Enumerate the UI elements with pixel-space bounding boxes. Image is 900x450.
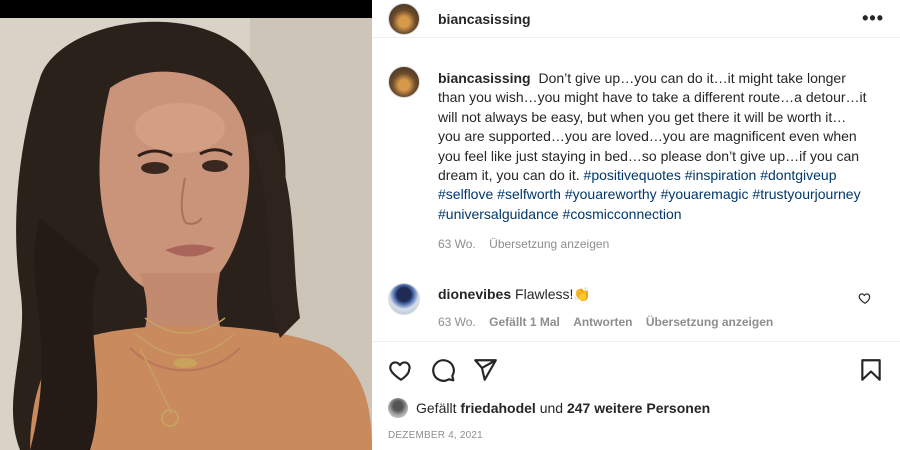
comment-item: dionevibes Flawless!👏 63 Wo. Gefällt 1 M… xyxy=(388,282,884,329)
post-actions: Gefällt friedahodel und 247 weitere Pers… xyxy=(372,341,900,441)
photo-top-bar xyxy=(0,0,372,18)
bookmark-wrap xyxy=(858,357,884,388)
comment-icon[interactable] xyxy=(430,357,456,383)
commenter-avatar[interactable] xyxy=(388,282,420,315)
portrait-image xyxy=(0,18,372,450)
caption-translate-button[interactable]: Übersetzung anzeigen xyxy=(489,237,609,251)
hashtag-link[interactable]: #universalguidance xyxy=(438,206,559,222)
comments-section: biancasissing Don’t give up…you can do i… xyxy=(372,52,900,342)
reply-button[interactable]: Antworten xyxy=(573,315,632,329)
hashtag-link[interactable]: #youaremagic xyxy=(661,186,749,202)
caption-age[interactable]: 63 Wo. xyxy=(438,237,476,251)
instagram-post: biancasissing ••• biancasissing Don’t gi… xyxy=(0,0,900,450)
hashtag-link[interactable]: #cosmicconnection xyxy=(563,206,682,222)
post-header: biancasissing ••• xyxy=(372,0,900,38)
post-photo[interactable] xyxy=(0,0,372,450)
likes-middle: und xyxy=(539,400,564,416)
comment-like-heart-icon[interactable] xyxy=(858,291,872,305)
hashtag-link[interactable]: #selfworth xyxy=(497,186,561,202)
hashtag-link[interactable]: #inspiration xyxy=(685,167,757,183)
likes-summary: Gefällt friedahodel und 247 weitere Pers… xyxy=(388,398,884,418)
likes-count-link[interactable]: 247 weitere Personen xyxy=(567,400,710,416)
caption-meta: 63 Wo. Übersetzung anzeigen xyxy=(438,235,868,254)
comment-age[interactable]: 63 Wo. xyxy=(438,315,476,329)
author-avatar[interactable] xyxy=(388,2,420,35)
hashtag-link[interactable]: #trustyourjourney xyxy=(752,186,860,202)
comment-translate-button[interactable]: Übersetzung anzeigen xyxy=(646,315,773,329)
more-options-icon[interactable]: ••• xyxy=(862,8,884,29)
share-icon[interactable] xyxy=(472,357,498,383)
heart-icon[interactable] xyxy=(388,357,414,383)
comment-likes-count[interactable]: Gefällt 1 Mal xyxy=(489,315,560,329)
liker-username[interactable]: friedahodel xyxy=(460,400,535,416)
commenter-username[interactable]: dionevibes xyxy=(438,286,511,302)
caption-avatar[interactable] xyxy=(388,66,420,98)
post-sidebar: biancasissing ••• biancasissing Don’t gi… xyxy=(372,0,900,450)
hashtag-link[interactable]: #dontgiveup xyxy=(760,167,836,183)
hashtag-link[interactable]: #positivequotes xyxy=(584,167,681,183)
likes-prefix: Gefällt xyxy=(416,400,457,416)
hashtag-link[interactable]: #selflove xyxy=(438,186,493,202)
hashtag-link[interactable]: #youareworthy xyxy=(565,186,657,202)
caption-username[interactable]: biancasissing xyxy=(438,70,531,86)
liker-avatar[interactable] xyxy=(388,398,408,418)
clap-emoji-icon: 👏 xyxy=(573,285,591,302)
author-username[interactable]: biancasissing xyxy=(438,11,531,27)
comment-meta: 63 Wo. Gefällt 1 Mal Antworten Übersetzu… xyxy=(438,315,858,329)
caption: biancasissing Don’t give up…you can do i… xyxy=(388,52,884,255)
comment-text: Flawless! xyxy=(515,285,574,302)
comment-body: dionevibes Flawless!👏 63 Wo. Gefällt 1 M… xyxy=(438,286,858,329)
action-icons xyxy=(388,342,884,398)
caption-text-block: biancasissing Don’t give up…you can do i… xyxy=(438,69,868,255)
bookmark-icon[interactable] xyxy=(858,357,884,383)
post-date[interactable]: DEZEMBER 4, 2021 xyxy=(388,430,884,441)
